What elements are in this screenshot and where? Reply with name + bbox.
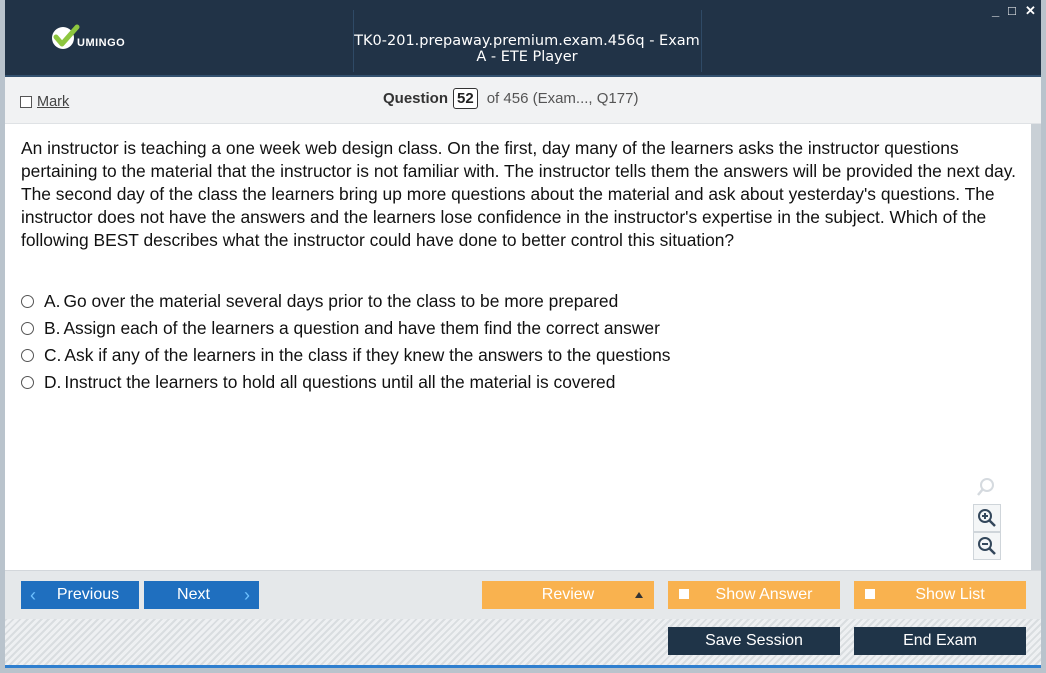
show-list-label: Show List: [915, 586, 985, 603]
show-answer-label: Show Answer: [715, 586, 813, 603]
app-window: UMINGO TK0-201.prepaway.premium.exam.456…: [5, 0, 1041, 668]
answer-option-c[interactable]: C. Ask if any of the learners in the cla…: [21, 342, 671, 369]
answer-radio[interactable]: [21, 322, 34, 335]
chevron-right-icon: ›: [244, 585, 250, 605]
bottom-accent-bar: [5, 665, 1041, 668]
question-word: Question: [383, 90, 449, 107]
end-exam-button[interactable]: End Exam: [854, 627, 1026, 655]
title-divider-right: [701, 10, 702, 72]
close-button[interactable]: ✕: [1025, 4, 1036, 18]
mark-checkbox[interactable]: Mark: [20, 94, 69, 110]
answer-option-d[interactable]: D. Instruct the learners to hold all que…: [21, 369, 671, 396]
title-bar: UMINGO TK0-201.prepaway.premium.exam.456…: [5, 0, 1041, 77]
checkmark-logo-icon: [49, 21, 83, 55]
footer-area: Save Session End Exam: [5, 619, 1041, 665]
question-counter: Question 52 of 456 (Exam..., Q177): [383, 88, 638, 109]
zoom-out-icon[interactable]: [973, 532, 1001, 560]
next-button[interactable]: Next ›: [144, 581, 259, 609]
window-title: TK0-201.prepaway.premium.exam.456q - Exa…: [354, 33, 700, 65]
answer-radio[interactable]: [21, 349, 34, 362]
show-list-checkbox[interactable]: [865, 589, 875, 599]
app-logo: UMINGO: [49, 22, 125, 54]
search-icon[interactable]: [973, 474, 999, 500]
question-text: An instructor is teaching a one week web…: [21, 138, 1016, 250]
show-answer-button[interactable]: Show Answer: [668, 581, 840, 609]
navigation-bar: ‹ Previous Next › Review Show Answer Sho…: [5, 570, 1041, 619]
show-answer-checkbox[interactable]: [679, 589, 689, 599]
answer-letter: D.: [44, 372, 62, 392]
answer-text[interactable]: Assign each of the learners a question a…: [63, 318, 659, 339]
logo-text: UMINGO: [77, 37, 126, 49]
chevron-left-icon: ‹: [30, 585, 36, 605]
review-button[interactable]: Review: [482, 581, 654, 609]
answer-text[interactable]: Instruct the learners to hold all questi…: [64, 372, 615, 393]
answer-text[interactable]: Go over the material several days prior …: [63, 291, 618, 312]
previous-label: Previous: [56, 586, 120, 603]
question-number-input[interactable]: 52: [453, 88, 478, 109]
save-session-button[interactable]: Save Session: [668, 627, 840, 655]
question-content: An instructor is teaching a one week web…: [5, 124, 1031, 570]
show-list-button[interactable]: Show List: [854, 581, 1026, 609]
minimize-button[interactable]: _: [992, 4, 999, 18]
answer-option-a[interactable]: A. Go over the material several days pri…: [21, 288, 671, 315]
question-total: of 456 (Exam..., Q177): [486, 90, 639, 107]
zoom-in-icon[interactable]: [973, 504, 1001, 532]
answer-radio[interactable]: [21, 295, 34, 308]
answer-letter: B.: [44, 318, 61, 338]
maximize-button[interactable]: □: [1008, 4, 1016, 18]
review-label: Review: [541, 586, 595, 603]
vertical-scrollbar[interactable]: [1031, 124, 1041, 570]
answer-radio[interactable]: [21, 376, 34, 389]
previous-button[interactable]: ‹ Previous: [21, 581, 139, 609]
question-header: Mark Question 52 of 456 (Exam..., Q177): [5, 77, 1041, 124]
answer-list: A. Go over the material several days pri…: [21, 288, 671, 396]
mark-checkbox-box[interactable]: [20, 96, 32, 108]
answer-letter: C.: [44, 345, 62, 365]
caret-up-icon: [635, 592, 643, 598]
next-label: Next: [177, 586, 210, 603]
mark-label[interactable]: Mark: [37, 94, 69, 110]
answer-option-b[interactable]: B. Assign each of the learners a questio…: [21, 315, 671, 342]
answer-letter: A.: [44, 291, 61, 311]
answer-text[interactable]: Ask if any of the learners in the class …: [64, 345, 670, 366]
